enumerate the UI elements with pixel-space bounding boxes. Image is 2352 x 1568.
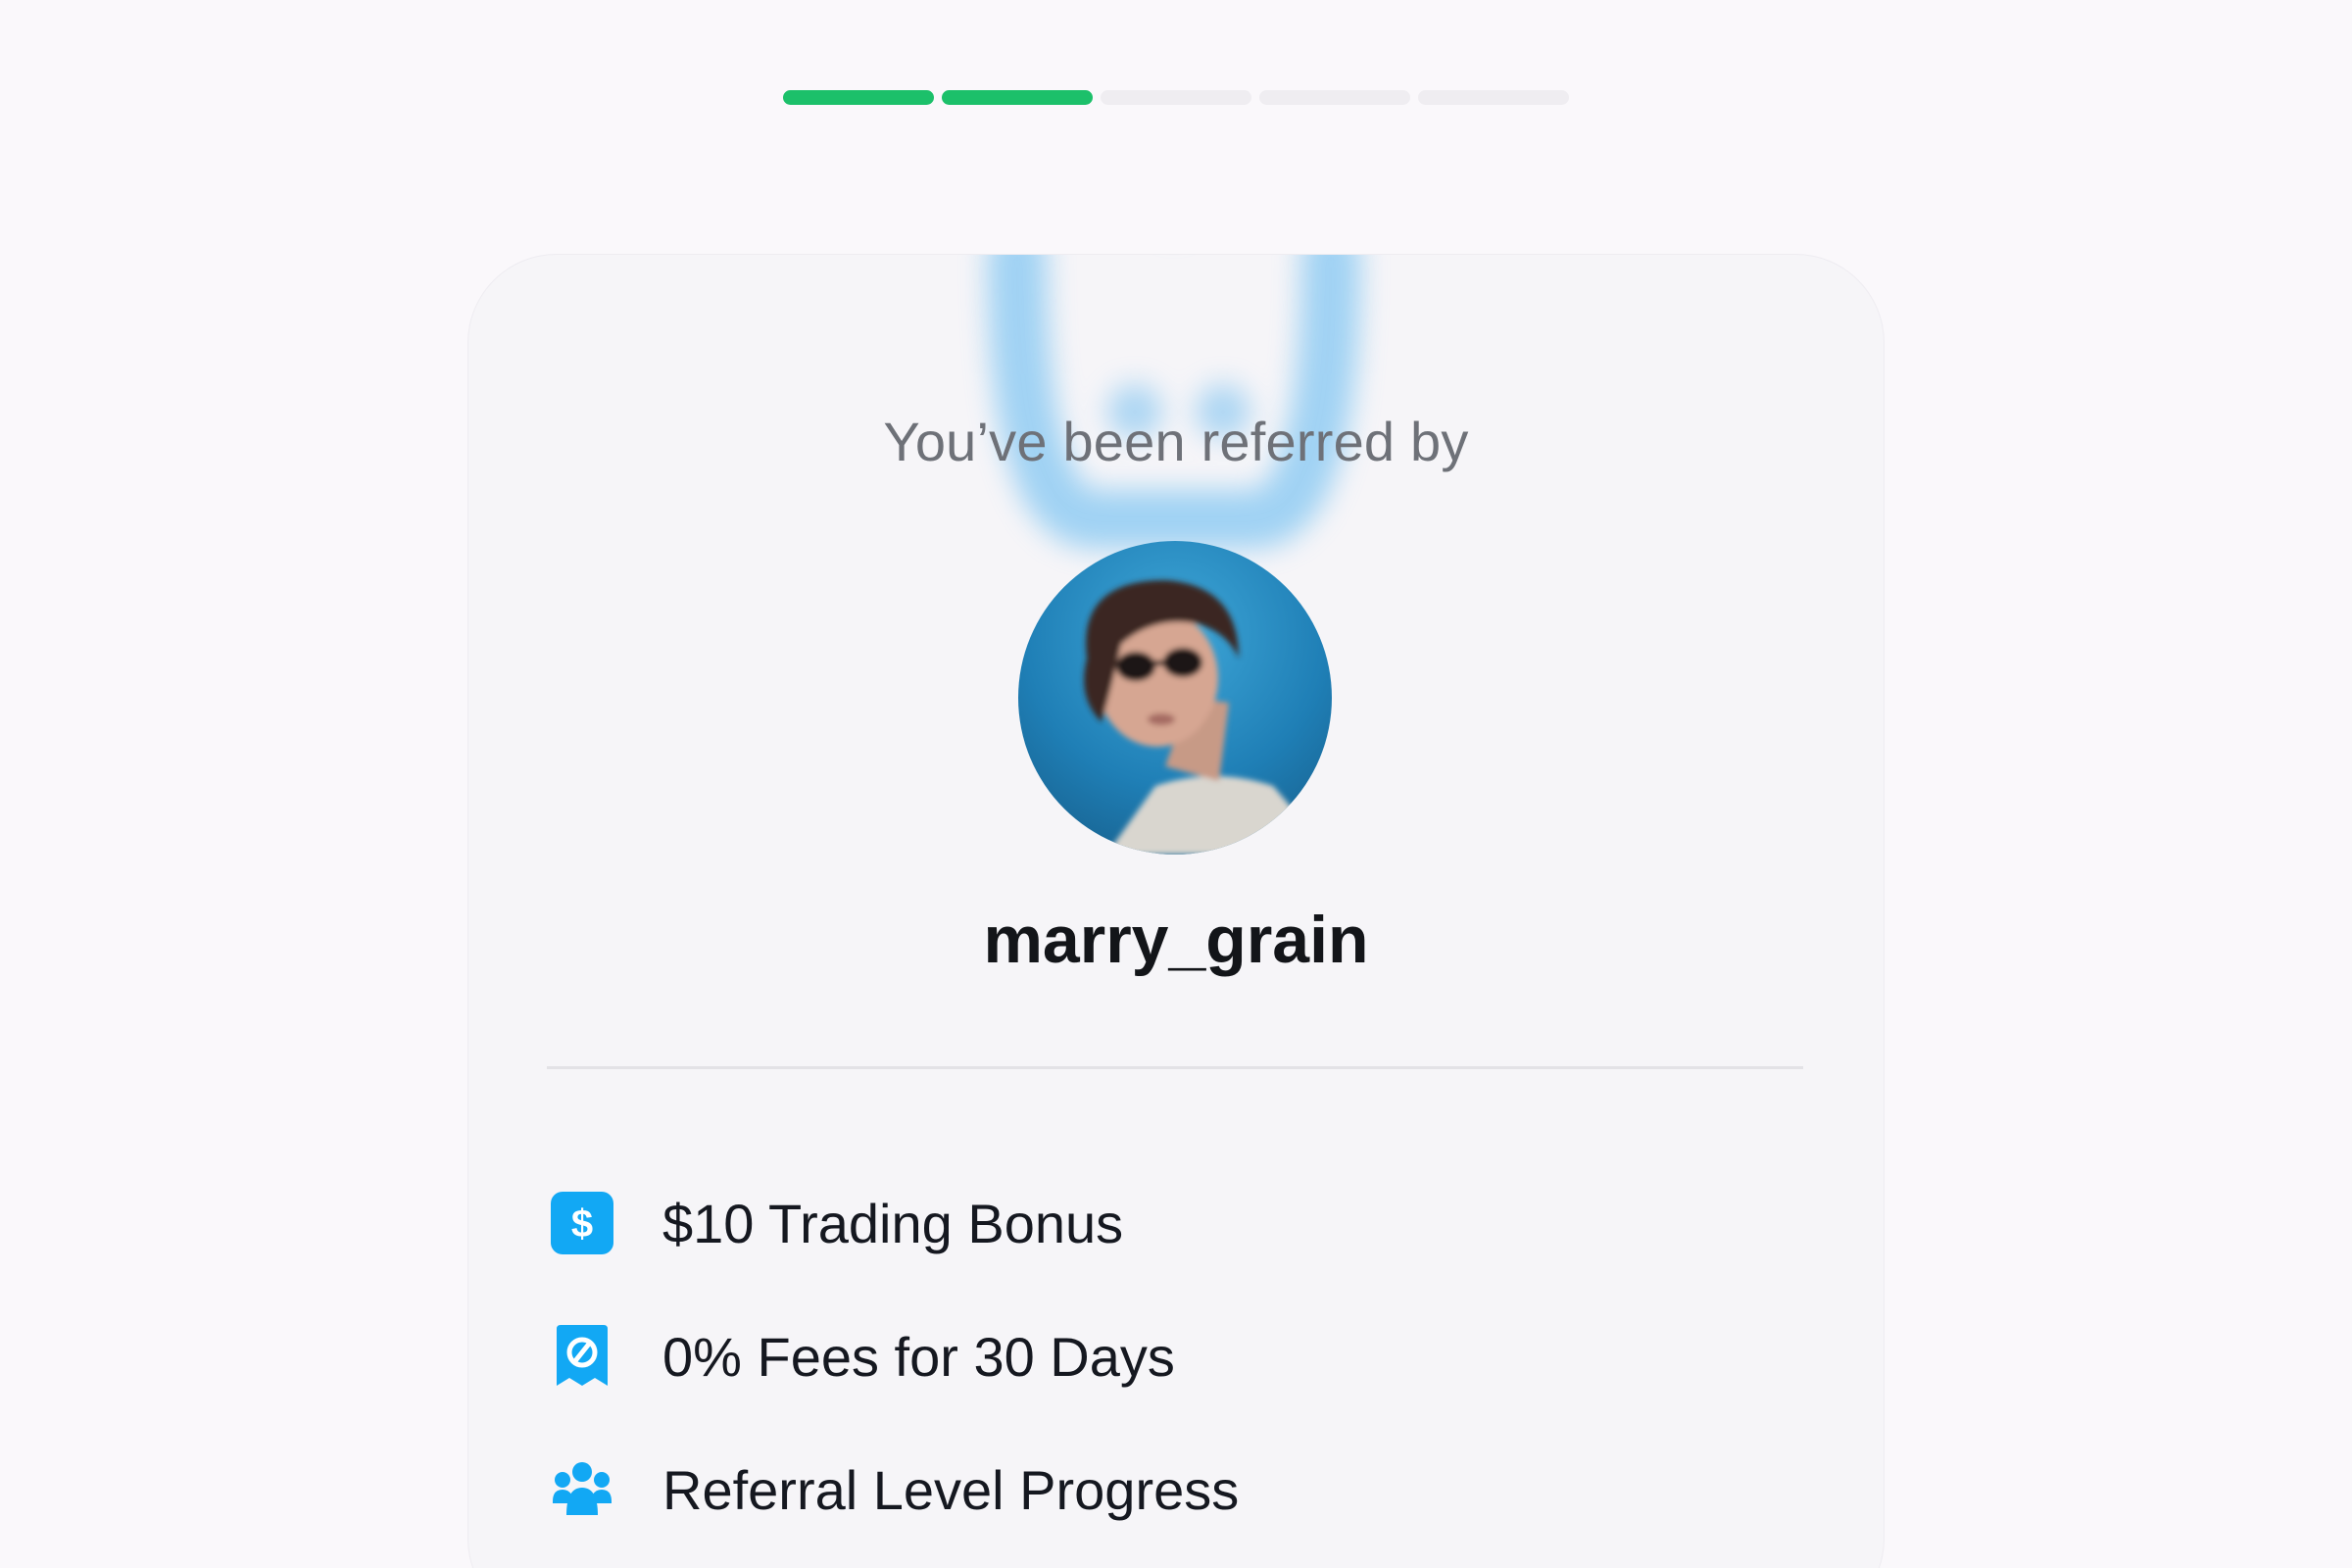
perk-label: $10 Trading Bonus (662, 1192, 1124, 1254)
perk-item-referral-level: Referral Level Progress (551, 1423, 1727, 1556)
perk-label: Referral Level Progress (662, 1458, 1240, 1521)
dollar-badge-icon: $ (551, 1192, 613, 1254)
progress-step (1418, 90, 1569, 105)
referral-card: You’ve been referred by marry_grain $ $1… (468, 255, 1884, 1568)
progress-step (1259, 90, 1410, 105)
receipt-zero-icon (557, 1325, 608, 1386)
referral-screen: You’ve been referred by marry_grain $ $1… (0, 0, 2352, 1568)
referrer-avatar (1018, 541, 1332, 855)
perk-item-trading-bonus: $ $10 Trading Bonus (551, 1156, 1727, 1290)
onboarding-progress (783, 90, 1569, 105)
svg-text:$: $ (571, 1202, 593, 1246)
referred-by-heading: You’ve been referred by (883, 411, 1469, 472)
avatar-image (1018, 541, 1332, 855)
perk-item-zero-fees: 0% Fees for 30 Days (551, 1290, 1727, 1423)
referrer-username: marry_grain (983, 903, 1369, 977)
users-group-icon (553, 1462, 612, 1515)
progress-step (942, 90, 1093, 105)
progress-step (783, 90, 934, 105)
progress-step (1101, 90, 1251, 105)
divider (547, 1066, 1803, 1069)
perk-label: 0% Fees for 30 Days (662, 1325, 1175, 1388)
perk-list: $ $10 Trading Bonus 0% Fees for 30 Days (551, 1156, 1727, 1556)
